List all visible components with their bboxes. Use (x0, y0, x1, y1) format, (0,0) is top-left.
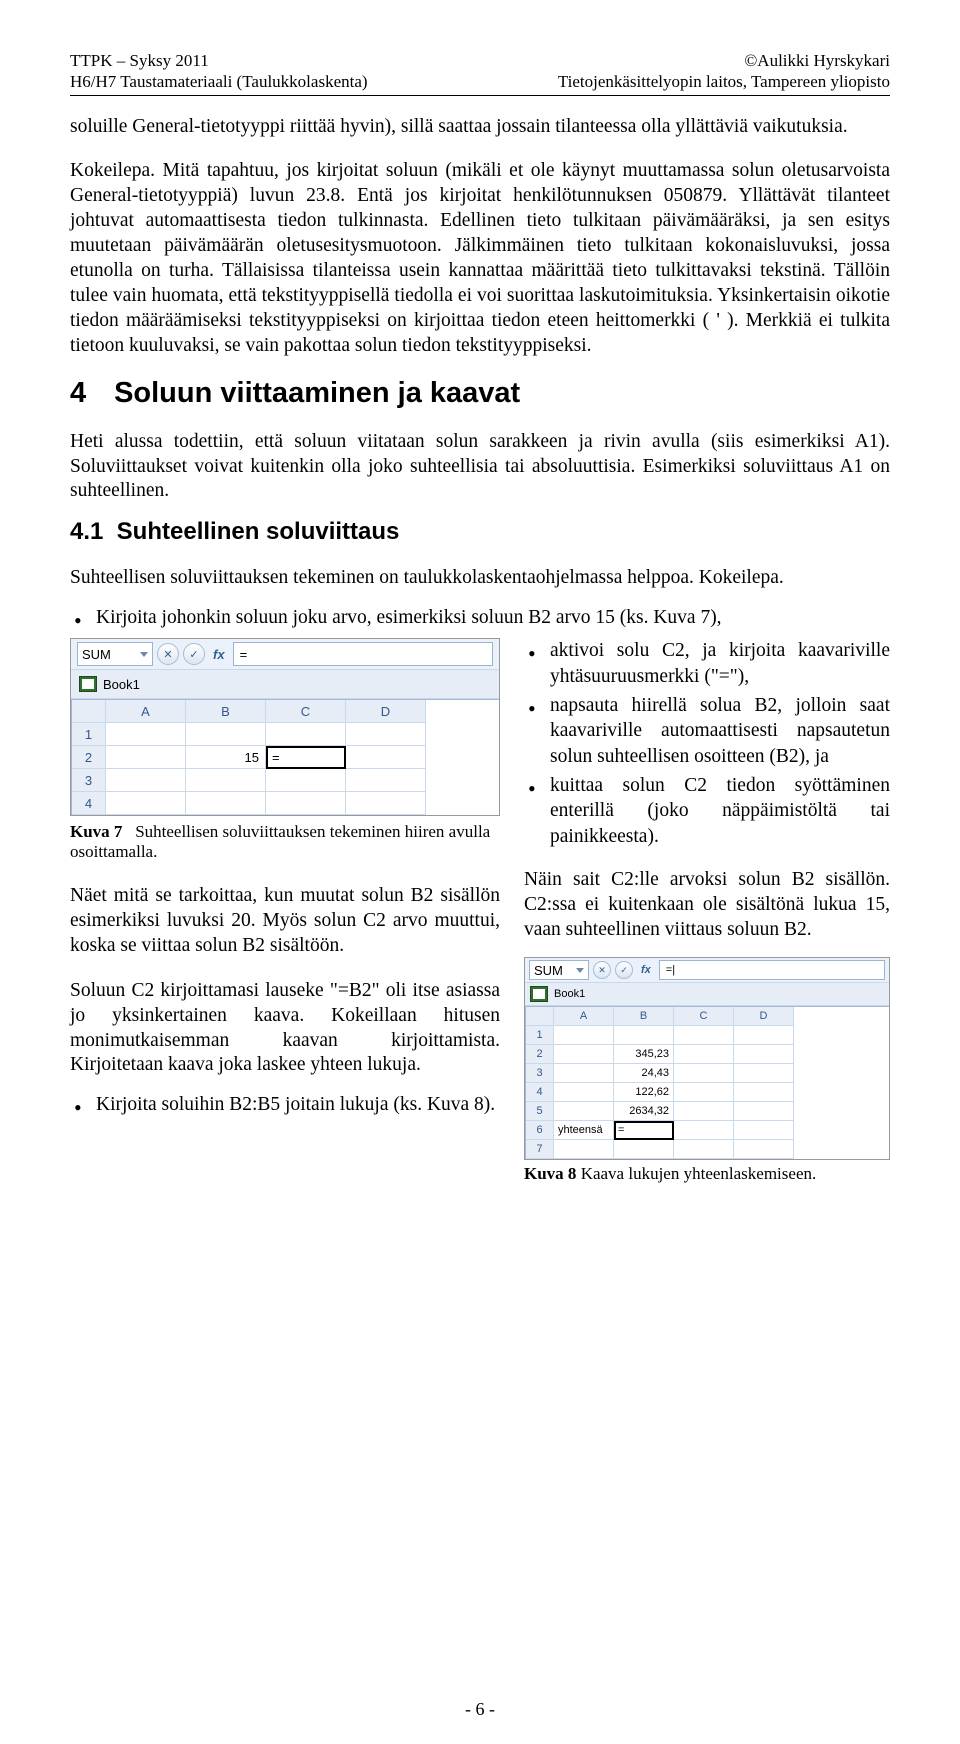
row-header-3[interactable]: 3 (526, 1064, 554, 1083)
col-header-a[interactable]: A (554, 1007, 614, 1026)
header-left-bottom: H6/H7 Taustamateriaali (Taulukkolaskenta… (70, 71, 368, 92)
cell-a6-8[interactable]: yhteensä (554, 1121, 614, 1140)
col-header-d[interactable]: D (734, 1007, 794, 1026)
subsection-num: 4.1 (70, 518, 110, 546)
formula-bar-8[interactable]: =| (659, 960, 885, 980)
cancel-icon[interactable]: ✕ (593, 961, 611, 979)
section-4-heading: 4 Soluun viittaaminen ja kaavat (70, 377, 890, 410)
bullet-list-right: aktivoi solu C2, ja kirjoita kaavarivill… (524, 638, 890, 849)
cell-b4-8[interactable]: 122,62 (614, 1083, 674, 1102)
name-box-value: SUM (82, 647, 111, 662)
bullet-item-1: Kirjoita johonkin soluun joku arvo, esim… (70, 605, 890, 630)
row-header-7[interactable]: 7 (526, 1140, 554, 1159)
fx-icon[interactable]: fx (209, 647, 229, 662)
cell-b5-8[interactable]: 2634,32 (614, 1102, 674, 1121)
bullet-list-top: Kirjoita johonkin soluun joku arvo, esim… (70, 605, 890, 630)
left-para-1: Näet mitä se tarkoittaa, kun muutat solu… (70, 884, 500, 959)
subsection-41-heading: 4.1 Suhteellinen soluviittaus (70, 518, 890, 546)
formula-bar[interactable]: = (233, 642, 493, 666)
col-header-c[interactable]: C (266, 700, 346, 723)
col-header-b[interactable]: B (614, 1007, 674, 1026)
figure7-text: Suhteellisen soluviittauksen tekeminen h… (70, 822, 490, 861)
figure8-num: Kuva 8 (524, 1164, 576, 1183)
bullet-item-bottom: Kirjoita soluihin B2:B5 joitain lukuja (… (70, 1092, 500, 1117)
figure8-text: Kaava lukujen yhteenlaskemiseen. (581, 1164, 817, 1183)
page-header: TTPK – Syksy 2011 H6/H7 Taustamateriaali… (70, 50, 890, 93)
spreadsheet-grid-7[interactable]: A B C D 1 2 15 = 3 4 (71, 699, 499, 815)
figure8-caption: Kuva 8 Kaava lukujen yhteenlaskemiseen. (524, 1164, 890, 1184)
right-bullet-1: aktivoi solu C2, ja kirjoita kaavarivill… (524, 638, 890, 689)
row-header-4[interactable]: 4 (526, 1083, 554, 1102)
cancel-icon[interactable]: ✕ (157, 643, 179, 665)
col-header-d[interactable]: D (346, 700, 426, 723)
section-title: Soluun viittaaminen ja kaavat (114, 377, 520, 409)
col-header-c[interactable]: C (674, 1007, 734, 1026)
excel-screenshot-kuva8: SUM ✕ ✓ fx =| Book1 A B C D (524, 957, 890, 1160)
cell-c2[interactable]: = (266, 746, 346, 769)
header-left-top: TTPK – Syksy 2011 (70, 50, 368, 71)
enter-icon[interactable]: ✓ (615, 961, 633, 979)
right-para: Näin sait C2:lle arvoksi solun B2 sisäll… (524, 868, 890, 943)
section-num: 4 (70, 377, 106, 410)
row-header-4[interactable]: 4 (72, 792, 106, 815)
name-box-8[interactable]: SUM (529, 960, 589, 980)
dropdown-icon[interactable] (576, 968, 584, 973)
col-header-b[interactable]: B (186, 700, 266, 723)
dropdown-icon[interactable] (140, 652, 148, 657)
excel-screenshot-kuva7: SUM ✕ ✓ fx = Book1 A B C D (70, 638, 500, 816)
select-all-corner[interactable] (72, 700, 106, 723)
workbook-name-8: Book1 (554, 988, 585, 1000)
bullet-list-bottom: Kirjoita soluihin B2:B5 joitain lukuja (… (70, 1092, 500, 1117)
name-box[interactable]: SUM (77, 642, 153, 666)
fx-icon[interactable]: fx (637, 964, 655, 976)
header-divider (70, 95, 890, 96)
right-bullet-3: kuittaa solun C2 tiedon syöttäminen ente… (524, 773, 890, 849)
left-para-2: Soluun C2 kirjoittamasi lauseke "=B2" ol… (70, 979, 500, 1079)
cell-b2-8[interactable]: 345,23 (614, 1045, 674, 1064)
header-right-top: ©Aulikki Hyrskykari (558, 50, 890, 71)
select-all-corner[interactable] (526, 1007, 554, 1026)
figure7-caption: Kuva 7 Suhteellisen soluviittauksen teke… (70, 822, 500, 862)
spreadsheet-grid-8[interactable]: A B C D 1 2 345,23 3 24,43 4 122,62 5 2634,3… (525, 1006, 889, 1159)
workbook-icon (530, 986, 548, 1002)
figure7-num: Kuva 7 (70, 822, 122, 841)
paragraph-1: soluille General-tietotyyppi riittää hyv… (70, 115, 890, 140)
cell-b2[interactable]: 15 (186, 746, 266, 769)
cell-b3-8[interactable]: 24,43 (614, 1064, 674, 1083)
paragraph-4: Suhteellisen soluviittauksen tekeminen o… (70, 566, 890, 591)
row-header-2[interactable]: 2 (526, 1045, 554, 1064)
right-bullet-2: napsauta hiirellä solua B2, jolloin saat… (524, 693, 890, 769)
enter-icon[interactable]: ✓ (183, 643, 205, 665)
name-box-value-8: SUM (534, 963, 563, 978)
workbook-icon (79, 676, 97, 692)
row-header-6[interactable]: 6 (526, 1121, 554, 1140)
page-number: - 6 - (0, 1699, 960, 1720)
row-header-1[interactable]: 1 (526, 1026, 554, 1045)
paragraph-3: Heti alussa todettiin, että soluun viita… (70, 430, 890, 505)
workbook-name: Book1 (103, 677, 140, 692)
cell-b6-8[interactable]: = (614, 1121, 674, 1140)
subsection-title: Suhteellinen soluviittaus (117, 518, 400, 545)
header-right-bottom: Tietojenkäsittelyopin laitos, Tampereen … (558, 71, 890, 92)
paragraph-2: Kokeilepa. Mitä tapahtuu, jos kirjoitat … (70, 159, 890, 359)
row-header-1[interactable]: 1 (72, 723, 106, 746)
col-header-a[interactable]: A (106, 700, 186, 723)
row-header-5[interactable]: 5 (526, 1102, 554, 1121)
row-header-3[interactable]: 3 (72, 769, 106, 792)
row-header-2[interactable]: 2 (72, 746, 106, 769)
